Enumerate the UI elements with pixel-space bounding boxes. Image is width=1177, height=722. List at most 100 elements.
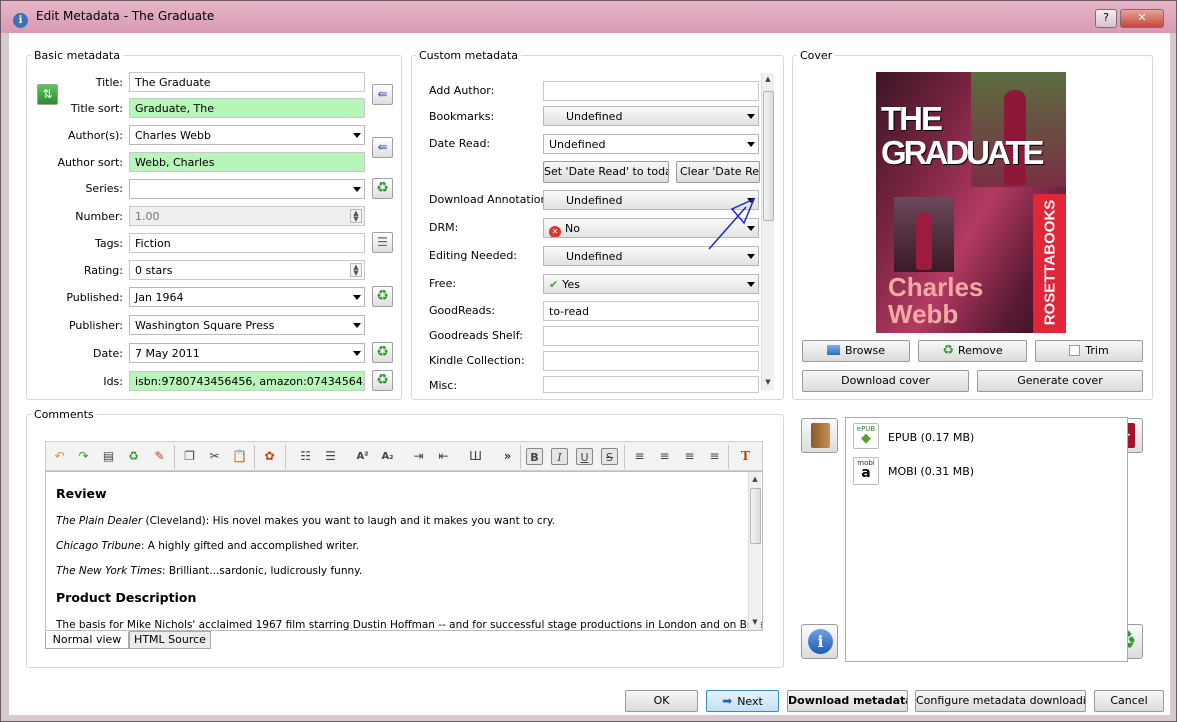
tab-html-source[interactable]: HTML Source <box>129 631 211 649</box>
insert-rule-icon[interactable]: Ш <box>466 447 485 466</box>
title-sort-copy-icon[interactable]: ⇚ <box>372 84 393 105</box>
cancel-button[interactable]: Cancel <box>1094 690 1164 712</box>
cover-label: Cover <box>797 49 836 62</box>
published-combo[interactable]: Jan 1964 <box>129 287 365 307</box>
tags-field[interactable]: Fiction <box>129 233 365 253</box>
book-info-button[interactable]: i <box>801 624 838 659</box>
scroll-down-icon[interactable]: ▼ <box>749 618 761 626</box>
text-color-icon[interactable]: T <box>736 447 755 466</box>
underline-icon[interactable]: U <box>576 448 593 465</box>
bold-icon[interactable]: B <box>526 448 543 465</box>
next-button[interactable]: ➡ Next <box>706 690 779 712</box>
redo-icon[interactable]: ↷ <box>74 447 93 466</box>
bookmarks-combo[interactable]: Undefined <box>543 106 759 126</box>
copy-icon[interactable]: ❐ <box>180 447 199 466</box>
italic-icon[interactable]: I <box>551 448 568 465</box>
indent-icon[interactable]: ⇥ <box>409 447 428 466</box>
paste-icon[interactable]: 📋 <box>230 447 249 466</box>
goodreads-shelf-label: Goodreads Shelf: <box>429 329 523 342</box>
toolbar-separator <box>174 445 175 469</box>
toolbar-more-icon[interactable]: » <box>498 447 517 466</box>
comments-scrollbar[interactable]: ▲ ▼ <box>748 472 761 630</box>
drm-no-icon: ✕ <box>549 226 561 237</box>
goodreads-shelf-field[interactable] <box>543 326 759 346</box>
scroll-thumb[interactable] <box>763 91 774 221</box>
review-line-1-source: The Plain Dealer <box>56 515 143 527</box>
download-cover-button[interactable]: Download cover <box>802 370 969 392</box>
tags-editor-icon[interactable]: ☰ <box>372 232 393 253</box>
title-field[interactable]: The Graduate <box>129 72 365 92</box>
ids-clear-recycle-icon[interactable]: ♻ <box>372 370 393 391</box>
clear-formatting-recycle-icon[interactable]: ♻ <box>124 447 143 466</box>
review-line-1-text: (Cleveland): His novel makes you want to… <box>142 515 556 527</box>
authors-combo[interactable]: Charles Webb <box>129 125 365 145</box>
author-sort-field[interactable]: Webb, Charles <box>129 152 365 172</box>
clear-date-read-button[interactable]: Clear 'Date Read' <box>676 161 760 183</box>
rating-spin-icon[interactable]: ▲ ▼ <box>350 263 362 277</box>
review-line-2-source: Chicago Tribune <box>56 540 141 552</box>
remove-cover-button[interactable]: ♻ Remove <box>918 340 1027 362</box>
format-list-item[interactable]: mobi a <box>853 457 879 485</box>
mobi-format-label[interactable]: MOBI (0.31 MB) <box>888 465 974 478</box>
epub-format-label[interactable]: EPUB (0.17 MB) <box>888 431 974 444</box>
recycle-icon: ♻ <box>942 343 954 358</box>
scroll-up-icon[interactable]: ▲ <box>749 475 761 483</box>
close-button[interactable]: ✕ <box>1120 9 1164 28</box>
ordered-list-icon[interactable]: ☷ <box>296 447 315 466</box>
align-right-icon[interactable]: ≡ <box>680 447 699 466</box>
add-format-button[interactable] <box>801 418 838 453</box>
formats-list[interactable]: ePUB ◆ EPUB (0.17 MB) mobi a MOBI (0.31 MB… <box>845 417 1128 662</box>
free-value: Yes <box>562 278 580 291</box>
rating-field[interactable]: 0 stars ▲ ▼ <box>129 260 365 280</box>
select-all-icon[interactable]: ▤ <box>99 447 118 466</box>
published-clear-recycle-icon[interactable]: ♻ <box>372 286 393 307</box>
scroll-down-icon[interactable]: ▼ <box>762 378 774 386</box>
scroll-thumb[interactable] <box>750 488 761 544</box>
title-bar[interactable]: i Edit Metadata - The Graduate ? ✕ <box>1 1 1176 33</box>
comments-editor[interactable]: Review The Plain Dealer (Cleveland): His… <box>45 471 763 631</box>
free-combo[interactable]: ✔ Yes <box>543 274 759 294</box>
tab-normal-view[interactable]: Normal view <box>45 631 129 649</box>
cut-icon[interactable]: ✂ <box>205 447 224 466</box>
unordered-list-icon[interactable]: ☰ <box>321 447 340 466</box>
browse-button[interactable]: Browse <box>802 340 910 362</box>
generate-cover-button[interactable]: Generate cover <box>977 370 1143 392</box>
format-list-item[interactable]: ePUB ◆ <box>853 423 879 449</box>
outdent-icon[interactable]: ⇤ <box>434 447 453 466</box>
ids-field[interactable]: isbn:9780743456456, amazon:0743456459, g… <box>129 371 365 391</box>
date-combo[interactable]: 7 May 2011 <box>129 343 365 363</box>
add-author-field[interactable] <box>543 81 759 101</box>
undo-icon[interactable]: ↶ <box>50 447 69 466</box>
color-palette-icon[interactable]: ✿ <box>260 447 279 466</box>
author-sort-copy-icon[interactable]: ⇚ <box>372 137 393 158</box>
align-left-icon[interactable]: ≡ <box>630 447 649 466</box>
editing-needed-label: Editing Needed: <box>429 249 518 262</box>
strikethrough-icon[interactable]: S <box>601 448 618 465</box>
title-sort-field[interactable]: Graduate, The <box>129 98 365 118</box>
remove-format-icon[interactable]: ✎ <box>150 447 169 466</box>
date-read-combo[interactable]: Undefined <box>543 134 759 154</box>
scroll-up-icon[interactable]: ▲ <box>762 75 774 83</box>
download-metadata-button[interactable]: Download metadata <box>787 690 908 712</box>
number-spin-icon[interactable]: ▲ ▼ <box>350 209 362 223</box>
tags-label: Tags: <box>94 237 123 250</box>
superscript-icon[interactable]: A² <box>353 447 372 466</box>
align-center-icon[interactable]: ≡ <box>655 447 674 466</box>
series-clear-recycle-icon[interactable]: ♻ <box>372 178 393 199</box>
number-field[interactable]: 1.00 ▲ ▼ <box>129 206 365 226</box>
set-date-read-button[interactable]: Set 'Date Read' to today <box>543 161 669 183</box>
goodreads-field[interactable]: to-read <box>543 301 759 321</box>
align-justify-icon[interactable]: ≡ <box>705 447 724 466</box>
amazon-icon: a <box>861 465 871 481</box>
series-combo[interactable] <box>129 179 365 199</box>
misc-field[interactable] <box>543 376 759 393</box>
publisher-combo[interactable]: Washington Square Press <box>129 315 365 335</box>
kindle-collection-field[interactable] <box>543 351 759 371</box>
trim-button[interactable]: Trim <box>1035 340 1143 362</box>
subscript-icon[interactable]: A₂ <box>378 447 397 466</box>
ok-button[interactable]: OK <box>625 690 698 712</box>
help-button[interactable]: ? <box>1095 9 1117 28</box>
configure-metadata-downloading-button[interactable]: Configure metadata downloading <box>915 690 1086 712</box>
date-clear-recycle-icon[interactable]: ♻ <box>372 342 393 363</box>
title-label: Title: <box>95 76 123 89</box>
